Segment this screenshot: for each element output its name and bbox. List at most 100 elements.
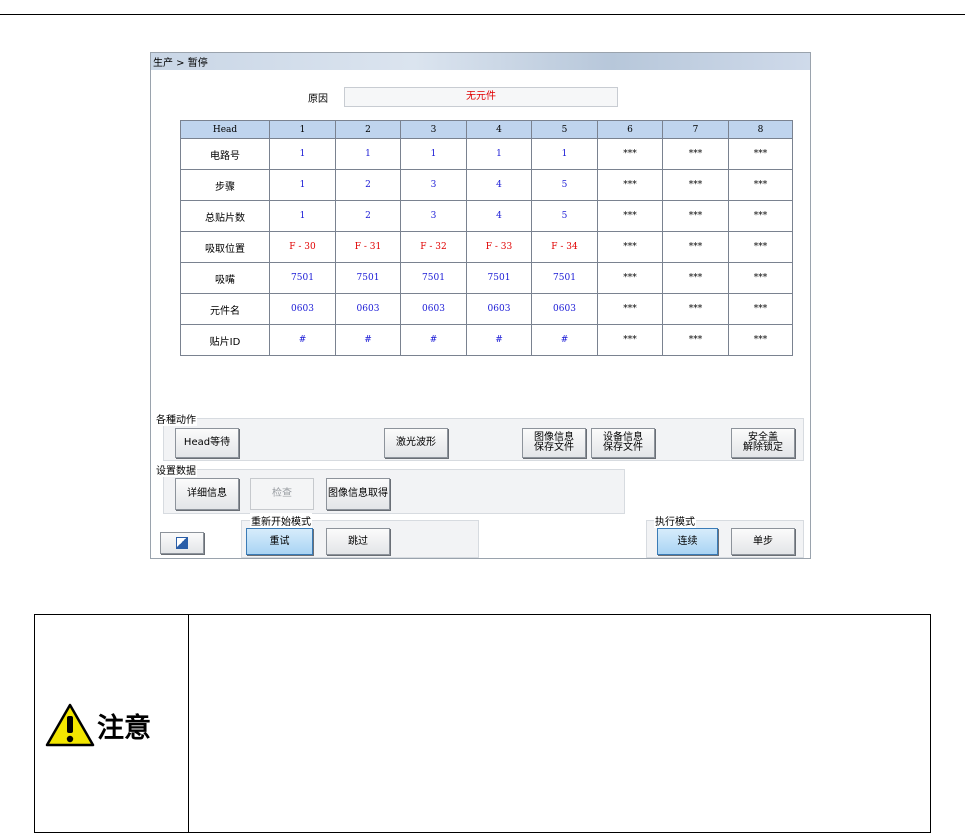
row-label: 步骤	[180, 169, 270, 201]
column-header-head: Head	[180, 120, 270, 139]
notice-label: 注意	[97, 712, 151, 744]
table-cell: #	[400, 324, 467, 356]
skip-button[interactable]: 跳过	[326, 528, 390, 555]
row-label: 元件名	[180, 293, 270, 325]
image-info-save-line2: 保存文件	[534, 442, 574, 453]
table-cell: ***	[662, 262, 729, 294]
column-header-2: 2	[335, 120, 401, 139]
table-header-row: Head 1 2 3 4 5 6 7 8	[180, 120, 793, 139]
head-wait-button[interactable]: Head等待	[175, 428, 239, 458]
table-cell: 7501	[335, 262, 401, 294]
detail-info-button[interactable]: 详细信息	[175, 478, 239, 510]
table-cell: 7501	[531, 262, 598, 294]
table-cell: F - 31	[335, 231, 401, 263]
table-cell: 2	[335, 169, 401, 201]
table-cell: 1	[400, 138, 467, 170]
table-cell: F - 32	[400, 231, 467, 263]
table-cell: ***	[597, 138, 663, 170]
table-row: 贴片ID # # # # # *** *** ***	[180, 324, 793, 356]
retry-button[interactable]: 重试	[246, 528, 313, 555]
table-cell: ***	[597, 169, 663, 201]
image-info-save-button[interactable]: 图像信息 保存文件	[522, 428, 586, 458]
table-cell: 3	[400, 200, 467, 232]
row-label: 吸嘴	[180, 262, 270, 294]
table-cell: ***	[662, 138, 729, 170]
table-row: 总贴片数 1 2 3 4 5 *** *** ***	[180, 200, 793, 232]
table-cell: ***	[662, 200, 729, 232]
table-cell: #	[466, 324, 532, 356]
table-cell: ***	[597, 262, 663, 294]
device-info-save-button[interactable]: 设备信息 保存文件	[591, 428, 655, 458]
restart-mode-label: 重新开始模式	[250, 513, 312, 528]
table-cell: ***	[597, 293, 663, 325]
row-label: 总贴片数	[180, 200, 270, 232]
table-cell: 1	[466, 138, 532, 170]
table-cell: 4	[466, 200, 532, 232]
table-cell: ***	[728, 324, 793, 356]
table-cell: 1	[335, 138, 401, 170]
table-cell: ***	[728, 262, 793, 294]
breadcrumb: 生产 > 暂停	[153, 58, 208, 69]
column-header-8: 8	[728, 120, 793, 139]
execution-mode-label: 执行模式	[654, 513, 696, 528]
minimize-window-button[interactable]	[160, 532, 204, 554]
table-cell: 7501	[466, 262, 532, 294]
table-row: 吸嘴 7501 7501 7501 7501 7501 *** *** ***	[180, 262, 793, 294]
table-cell: ***	[728, 231, 793, 263]
table-cell: F - 30	[269, 231, 336, 263]
table-cell: ***	[728, 169, 793, 201]
table-row: 吸取位置 F - 30 F - 31 F - 32 F - 33 F - 34 *** ***…	[180, 231, 793, 263]
page-top-rule	[0, 14, 965, 15]
row-label: 吸取位置	[180, 231, 270, 263]
reason-label: 原因	[308, 94, 328, 105]
warning-icon	[45, 703, 95, 747]
table-cell: ***	[597, 231, 663, 263]
table-cell: 7501	[269, 262, 336, 294]
settings-group-label: 设置数据	[155, 462, 197, 477]
column-header-7: 7	[662, 120, 729, 139]
safety-cover-unlock-button[interactable]: 安全盖 解除锁定	[731, 428, 795, 458]
table-cell: ***	[728, 293, 793, 325]
title-bar: 生产 > 暂停	[151, 53, 810, 70]
column-header-3: 3	[400, 120, 467, 139]
table-cell: ***	[597, 324, 663, 356]
table-cell: #	[335, 324, 401, 356]
table-cell: #	[269, 324, 336, 356]
table-cell: 0603	[466, 293, 532, 325]
table-cell: 1	[531, 138, 598, 170]
table-cell: 7501	[400, 262, 467, 294]
column-header-1: 1	[269, 120, 336, 139]
notice-box: 注意	[34, 614, 931, 833]
table-cell: ***	[662, 293, 729, 325]
table-cell: ***	[662, 169, 729, 201]
table-cell: ***	[662, 324, 729, 356]
single-step-button[interactable]: 单步	[731, 528, 795, 555]
table-cell: ***	[662, 231, 729, 263]
check-button[interactable]: 检查	[250, 478, 314, 510]
table-cell: ***	[597, 200, 663, 232]
actions-group-label: 各種动作	[155, 411, 197, 426]
table-cell: 0603	[335, 293, 401, 325]
table-cell: F - 33	[466, 231, 532, 263]
laser-waveform-button[interactable]: 激光波形	[384, 428, 448, 458]
table-cell: 1	[269, 200, 336, 232]
column-header-6: 6	[597, 120, 663, 139]
column-header-5: 5	[531, 120, 598, 139]
table-cell: F - 34	[531, 231, 598, 263]
table-cell: 5	[531, 169, 598, 201]
table-cell: 5	[531, 200, 598, 232]
row-label: 电路号	[180, 138, 270, 170]
table-cell: 1	[269, 169, 336, 201]
window-restore-icon	[176, 537, 188, 549]
row-label: 贴片ID	[180, 324, 270, 356]
table-row: 元件名 0603 0603 0603 0603 0603 *** *** ***	[180, 293, 793, 325]
table-row: 电路号 1 1 1 1 1 *** *** ***	[180, 138, 793, 170]
notice-divider	[188, 615, 189, 832]
column-header-4: 4	[466, 120, 532, 139]
head-status-table: Head 1 2 3 4 5 6 7 8 电路号 1 1 1 1 1 *** *** *** 步骤 1 2 3 4 5 ***…	[180, 120, 793, 356]
table-cell: 3	[400, 169, 467, 201]
get-image-info-button[interactable]: 图像信息取得	[326, 478, 390, 510]
notice-icon-cell: 注意	[45, 703, 151, 747]
safety-cover-line2: 解除锁定	[743, 442, 783, 453]
continuous-button[interactable]: 连续	[657, 528, 718, 555]
